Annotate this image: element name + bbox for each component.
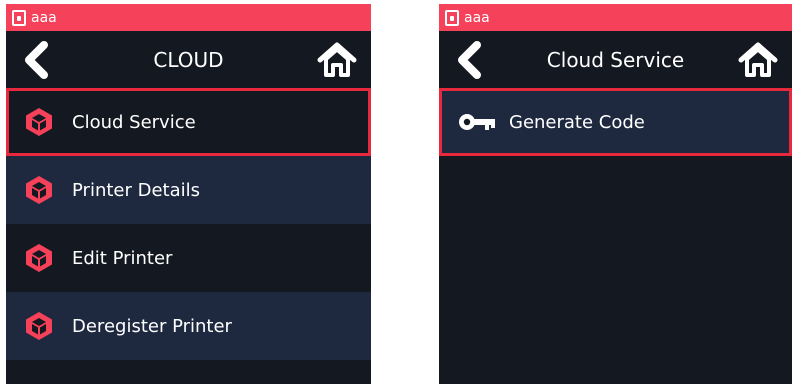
home-icon (738, 41, 778, 79)
menu-item-cloud-service[interactable]: Cloud Service (6, 88, 371, 156)
menu-item-label: Cloud Service (72, 111, 196, 133)
home-button[interactable] (317, 41, 357, 79)
cloud-cube-icon (24, 311, 54, 341)
sd-card-icon (12, 9, 26, 26)
back-button[interactable] (453, 41, 485, 79)
key-icon (457, 111, 497, 133)
cloud-cube-icon (24, 107, 54, 137)
page-title: Cloud Service (546, 48, 685, 72)
status-text: aaa (464, 9, 490, 26)
back-button[interactable] (20, 41, 52, 79)
cloud-cube-icon (24, 243, 54, 273)
status-text: aaa (31, 9, 57, 26)
sd-card-icon (445, 9, 459, 26)
menu-item-deregister-printer[interactable]: Deregister Printer (6, 292, 371, 360)
cloud-screen: aaa CLOUD Cloud Service Printer Details … (6, 4, 371, 384)
page-title: CLOUD (153, 48, 224, 72)
nav-bar: Cloud Service (439, 31, 792, 89)
menu-item-label: Generate Code (509, 111, 645, 133)
menu-item-edit-printer[interactable]: Edit Printer (6, 224, 371, 292)
menu-item-label: Edit Printer (72, 247, 173, 269)
home-icon (317, 41, 357, 79)
chevron-left-icon (453, 41, 485, 79)
status-bar: aaa (439, 4, 792, 31)
menu-item-printer-details[interactable]: Printer Details (6, 156, 371, 224)
menu-item-label: Printer Details (72, 179, 201, 201)
cloud-cube-icon (24, 175, 54, 205)
nav-bar: CLOUD (6, 31, 371, 89)
menu-item-generate-code[interactable]: Generate Code (439, 88, 792, 156)
home-button[interactable] (738, 41, 778, 79)
menu-item-label: Deregister Printer (72, 315, 232, 337)
chevron-left-icon (20, 41, 52, 79)
cloud-service-screen: aaa Cloud Service Generate Code (439, 4, 792, 384)
status-bar: aaa (6, 4, 371, 31)
